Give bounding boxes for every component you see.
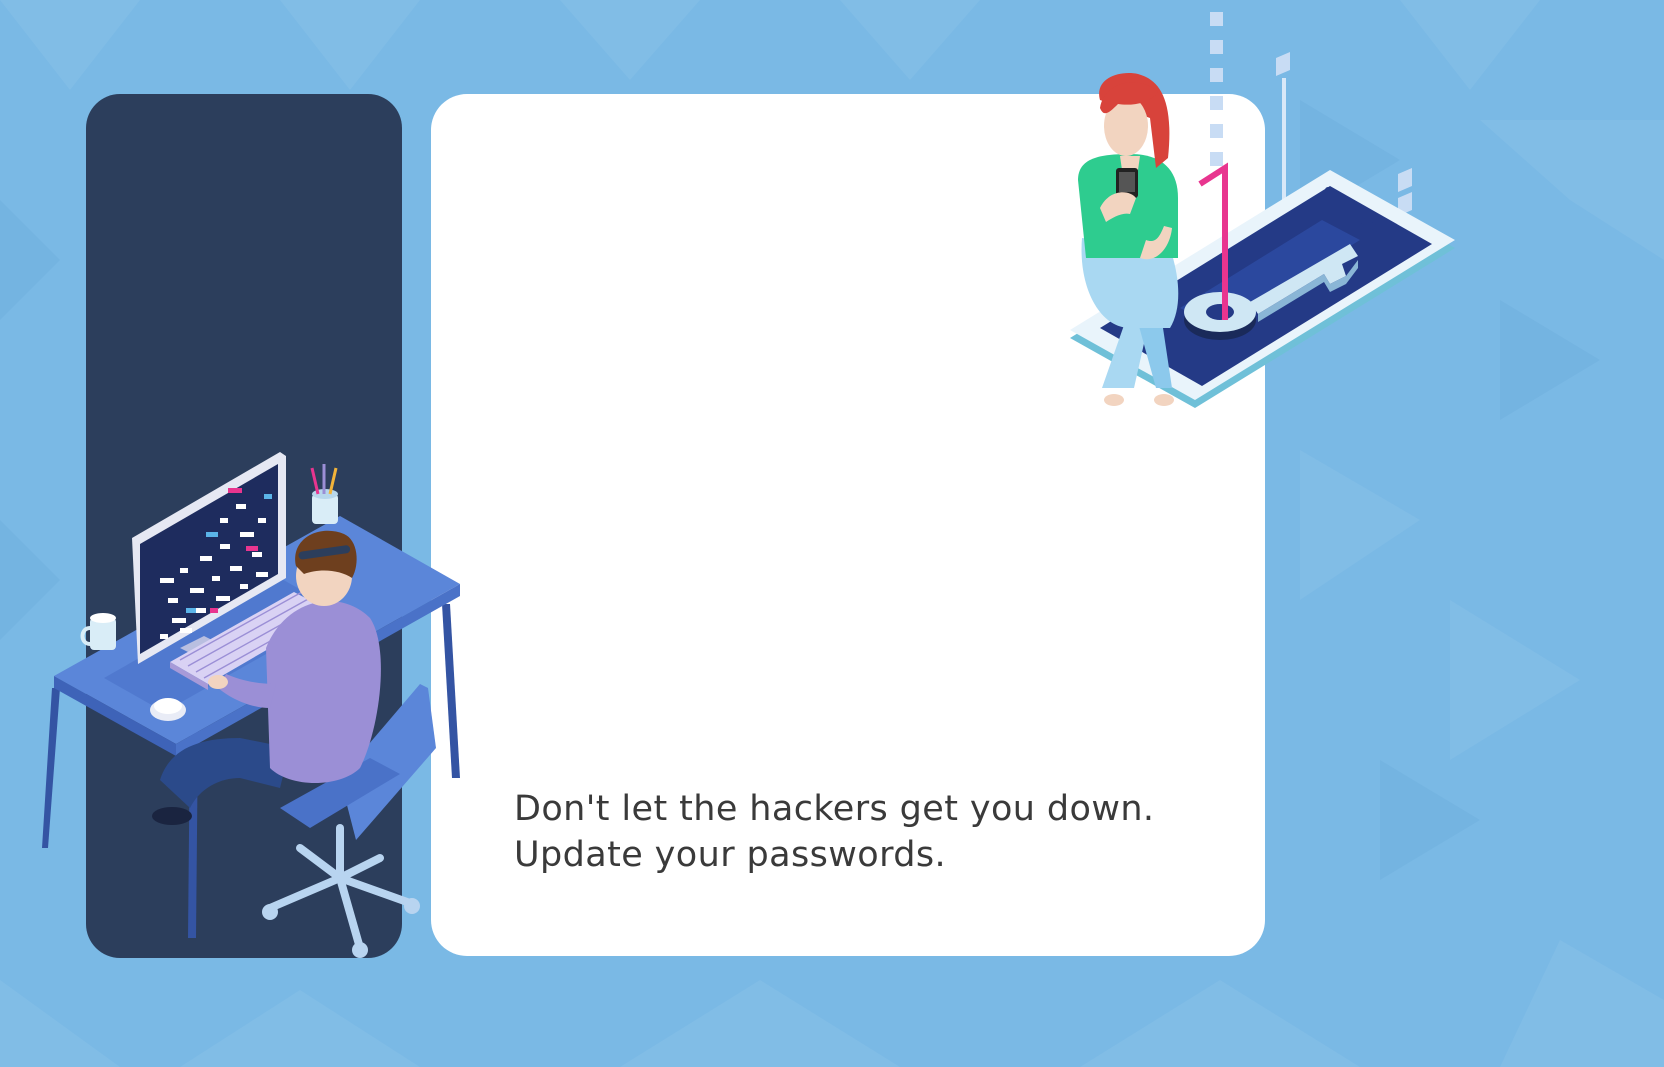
hacker-desk-illustration xyxy=(42,452,460,958)
message-line-2: Update your passwords. xyxy=(514,835,947,875)
hacker-warning-message: Don't let the hackers get you down. Upda… xyxy=(514,786,1214,878)
message-line-1: Don't let the hackers get you down. xyxy=(514,789,1155,829)
woman-phone-key-illustration xyxy=(1070,12,1455,408)
